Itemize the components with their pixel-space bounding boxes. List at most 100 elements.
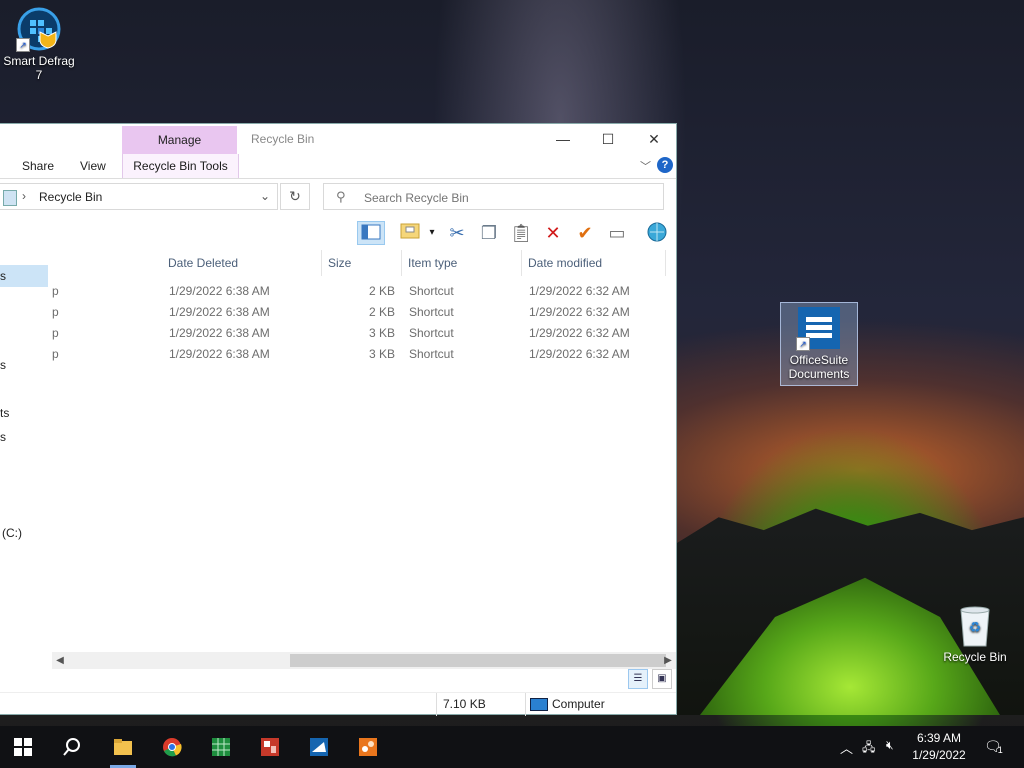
cell-date-deleted: 1/29/2022 6:38 AM xyxy=(169,305,270,319)
horizontal-scrollbar[interactable]: ◀ ▶ xyxy=(52,652,676,669)
presentation-icon xyxy=(261,738,279,756)
show-hidden-icons-chevron-icon[interactable]: ︿ xyxy=(840,738,853,757)
taskbar: ︿ 🖧︎ 🔇︎ 6:39 AM 1/29/2022 🗨︎1 xyxy=(0,726,1024,768)
desktop-icon-label: OfficeSuite Documents xyxy=(788,353,850,381)
window-title: Recycle Bin xyxy=(251,132,315,146)
windows-logo-icon xyxy=(14,738,32,756)
cell-type: Shortcut xyxy=(409,284,454,298)
column-date-modified[interactable]: Date modified xyxy=(522,250,666,276)
cell-date-deleted: 1/29/2022 6:38 AM xyxy=(169,284,270,298)
table-row[interactable]: p 1/29/2022 6:38 AM 2 KB Shortcut 1/29/2… xyxy=(52,281,676,302)
cell-name: p xyxy=(52,347,59,361)
address-bar[interactable]: › Recycle Bin ⌄ xyxy=(0,183,278,210)
nav-item[interactable]: s xyxy=(0,265,48,287)
properties-folder-button[interactable] xyxy=(396,221,424,245)
cell-date-modified: 1/29/2022 6:32 AM xyxy=(529,284,630,298)
tab-recycle-bin-tools[interactable]: Recycle Bin Tools xyxy=(122,154,239,178)
network-icon[interactable]: 🖧︎ xyxy=(862,738,875,759)
tab-share[interactable]: Share xyxy=(22,159,54,173)
cell-type: Shortcut xyxy=(409,347,454,361)
cell-name: p xyxy=(52,305,59,319)
cell-name: p xyxy=(52,326,59,340)
view-buttons: ☰ ▣ xyxy=(628,669,674,689)
column-date-deleted[interactable]: Date Deleted xyxy=(162,250,322,276)
table-row[interactable]: p 1/29/2022 6:38 AM 2 KB Shortcut 1/29/2… xyxy=(52,302,676,323)
globe-icon[interactable] xyxy=(643,221,671,245)
nav-item[interactable]: ts xyxy=(0,402,48,424)
cell-size: 3 KB xyxy=(368,347,395,361)
cell-size: 2 KB xyxy=(368,284,395,298)
large-icons-view-icon[interactable]: ▣ xyxy=(652,669,672,689)
officesuite-documents-icon: ↗ xyxy=(796,305,842,351)
cell-type: Shortcut xyxy=(409,305,454,319)
copy-icon[interactable]: ❐ xyxy=(475,221,503,245)
search-input[interactable] xyxy=(362,188,656,207)
presentation-taskbar-button[interactable] xyxy=(247,726,293,768)
cell-date-modified: 1/29/2022 6:32 AM xyxy=(529,305,630,319)
status-location-label: Computer xyxy=(552,697,605,711)
nav-item[interactable]: s xyxy=(0,426,48,448)
cut-icon[interactable]: ✂ xyxy=(443,221,471,245)
tab-view[interactable]: View xyxy=(80,159,106,173)
orange-app-icon xyxy=(359,738,377,756)
column-size[interactable]: Size xyxy=(322,250,402,276)
recycle-bin-small-icon xyxy=(3,190,17,206)
cell-date-deleted: 1/29/2022 6:38 AM xyxy=(169,326,270,340)
table-row[interactable]: p 1/29/2022 6:38 AM 3 KB Shortcut 1/29/2… xyxy=(52,344,676,365)
preview-pane-button[interactable] xyxy=(357,221,385,245)
file-explorer-taskbar-button[interactable] xyxy=(100,726,146,768)
desktop-icon-officesuite[interactable]: ↗ OfficeSuite Documents xyxy=(780,302,858,386)
navigation-pane: s s ts s (C:) xyxy=(0,249,50,659)
scrollbar-thumb[interactable] xyxy=(290,654,666,667)
details-view-icon[interactable]: ☰ xyxy=(628,669,648,689)
breadcrumb[interactable]: Recycle Bin xyxy=(39,190,102,204)
chevron-down-icon[interactable]: ﹀ xyxy=(640,158,651,174)
cell-date-deleted: 1/29/2022 6:38 AM xyxy=(169,347,270,361)
volume-muted-icon[interactable]: 🔇︎ xyxy=(886,738,894,753)
table-row[interactable]: p 1/29/2022 6:38 AM 3 KB Shortcut 1/29/2… xyxy=(52,323,676,344)
column-item-type[interactable]: Item type xyxy=(402,250,522,276)
cell-date-modified: 1/29/2022 6:32 AM xyxy=(529,326,630,340)
desktop-icon-smart-defrag[interactable]: ↗ Smart Defrag 7 xyxy=(2,6,76,82)
computer-icon xyxy=(530,698,548,712)
clock[interactable]: 6:39 AM 1/29/2022 xyxy=(906,730,972,764)
officesuite-taskbar-button[interactable] xyxy=(296,726,342,768)
search-box[interactable]: ⚲ xyxy=(323,183,664,210)
dropdown-arrow-icon[interactable]: ▾ xyxy=(424,221,440,245)
search-icon xyxy=(63,738,80,756)
nav-item[interactable]: s xyxy=(0,354,48,376)
minimize-button[interactable]: — xyxy=(540,128,586,150)
search-taskbar-button[interactable] xyxy=(49,726,95,768)
smart-defrag-icon: ↗ xyxy=(16,6,62,52)
clock-date: 1/29/2022 xyxy=(912,748,966,762)
notification-count: 1 xyxy=(997,745,1003,755)
start-button[interactable] xyxy=(0,726,46,768)
status-bar: 7.10 KB Computer xyxy=(0,692,676,716)
rename-icon[interactable]: ▭ xyxy=(603,221,631,245)
checkmark-icon[interactable]: ✔ xyxy=(571,221,599,245)
app-taskbar-button[interactable] xyxy=(345,726,391,768)
refresh-button[interactable]: ↻ xyxy=(280,183,310,210)
desktop-icon-recycle-bin[interactable]: ♻ Recycle Bin xyxy=(940,602,1010,664)
notification-center-icon[interactable]: 🗨︎1 xyxy=(984,738,1007,755)
paste-icon[interactable]: 📋︎ xyxy=(507,221,535,245)
cell-date-modified: 1/29/2022 6:32 AM xyxy=(529,347,630,361)
maximize-button[interactable]: ☐ xyxy=(585,128,631,150)
tab-manage[interactable]: Manage xyxy=(122,126,237,154)
cell-name: p xyxy=(52,284,59,298)
shortcut-arrow-icon: ↗ xyxy=(796,337,810,351)
scroll-left-icon[interactable]: ◀ xyxy=(52,652,68,669)
ribbon-tabs: Share View Recycle Bin Tools ﹀ ? xyxy=(0,154,676,179)
scroll-right-icon[interactable]: ▶ xyxy=(660,652,676,669)
nav-item-c-drive[interactable]: (C:) xyxy=(2,522,50,544)
chrome-taskbar-button[interactable] xyxy=(149,726,195,768)
close-button[interactable]: ✕ xyxy=(631,128,677,150)
chevron-right-icon[interactable]: › xyxy=(22,189,26,203)
chevron-down-icon[interactable]: ⌄ xyxy=(260,189,270,203)
cell-size: 3 KB xyxy=(368,326,395,340)
help-icon[interactable]: ? xyxy=(657,157,673,173)
recycle-bin-icon: ♻ xyxy=(952,602,998,648)
desktop-icon-label: Smart Defrag 7 xyxy=(3,54,75,82)
delete-icon[interactable]: ✕ xyxy=(539,221,567,245)
spreadsheet-taskbar-button[interactable] xyxy=(198,726,244,768)
